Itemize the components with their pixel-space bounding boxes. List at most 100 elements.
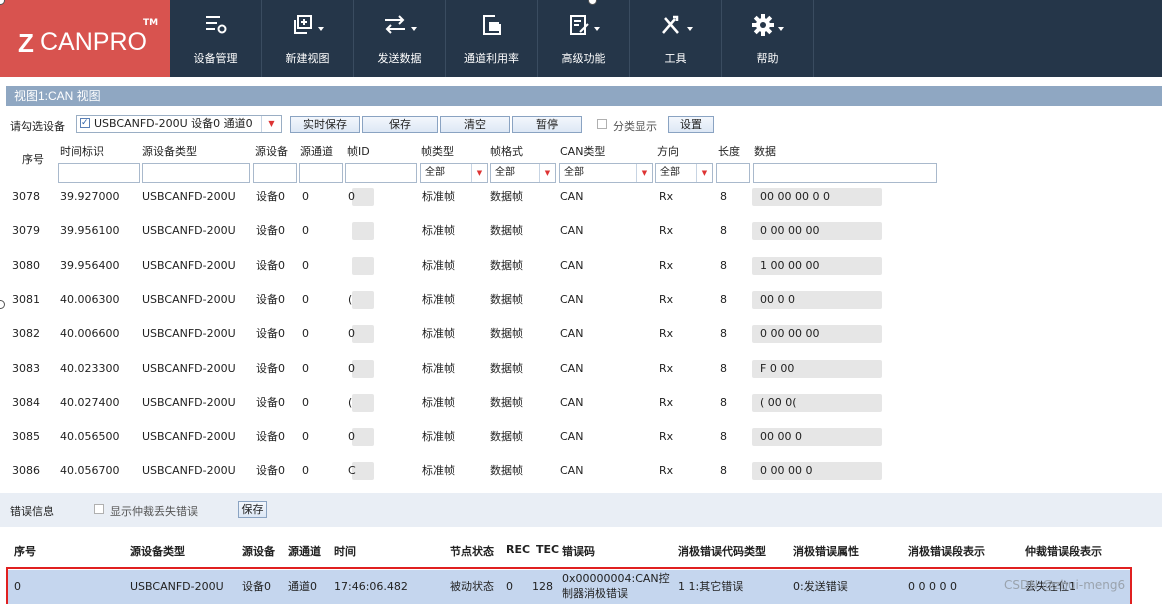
err-col-passive-seg: 消极错误段表示 <box>908 545 985 558</box>
row-src-ch: 0 <box>302 430 309 444</box>
row-src-dev: 设备0 <box>256 464 285 478</box>
device-select[interactable]: USBCANFD-200U 设备0 通道0 ▼ <box>76 115 282 133</box>
device-select-label: 请勾选设备 <box>10 120 65 133</box>
row-frame-type: 标准帧 <box>422 190 455 203</box>
error-save-button[interactable]: 保存 <box>238 501 267 518</box>
row-frame-id: 0 <box>348 430 355 444</box>
logo-tm: TM <box>143 18 159 28</box>
row-frame-fmt: 数据帧 <box>490 361 523 375</box>
ribbon-send-data-button[interactable]: 发送数据 <box>354 0 446 77</box>
err-col-node-state: 节点状态 <box>450 545 494 558</box>
table-row[interactable]: 3080 39.956400 USBCANFD-200U 设备0 0 标准帧 数据帧 CAN R… <box>0 249 1162 283</box>
err-col-src-type: 源设备类型 <box>130 545 185 558</box>
show-arb-lost-checkbox[interactable] <box>94 504 104 514</box>
row-data: 00 00 00 0 0 <box>760 190 830 203</box>
col-seq: 序号 <box>22 153 44 166</box>
ribbon-label: 帮助 <box>756 52 779 65</box>
classify-display-checkbox[interactable] <box>597 119 607 129</box>
row-data: F 0 00 <box>760 361 795 375</box>
save-button[interactable]: 保存 <box>362 116 438 133</box>
err-col-arb-seg: 仲裁错误段表示 <box>1025 545 1102 558</box>
ribbon-label: 设备管理 <box>193 52 238 65</box>
row-src-type: USBCANFD-200U <box>142 430 236 444</box>
row-frame-id: 0 <box>348 327 355 341</box>
row-src-type: USBCANFD-200U <box>142 258 236 272</box>
table-row[interactable]: 3081 40.006300 USBCANFD-200U 设备0 0 (标准帧 数据帧 CAN… <box>0 283 1162 317</box>
ribbon-advanced-button[interactable]: 高级功能 <box>538 0 630 77</box>
row-src-ch: 0 <box>302 464 309 478</box>
row-src-dev: 设备0 <box>256 292 285 306</box>
table-row[interactable]: 3086 40.056700 USBCANFD-200U 设备0 0 C 标准帧 数据帧 CAN… <box>0 454 1162 488</box>
row-time: 40.027400 <box>60 395 120 409</box>
row-frame-type: 标准帧 <box>422 430 455 444</box>
table-row[interactable]: 3079 39.956100 USBCANFD-200U 设备0 0 标准帧 数据帧 CAN R… <box>0 214 1162 248</box>
row-seq: 3086 <box>12 464 40 478</box>
redacted-block <box>352 393 374 412</box>
row-dir: Rx <box>659 464 674 478</box>
row-time: 40.056700 <box>60 464 120 478</box>
row-data: ( 00 0( <box>760 395 797 409</box>
row-src-type: USBCANFD-200U <box>142 292 236 306</box>
ribbon-label: 新建视图 <box>285 52 330 65</box>
row-src-dev: 设备0 <box>256 361 285 375</box>
ribbon-label: 高级功能 <box>561 52 606 65</box>
row-can-type: CAN <box>560 395 584 409</box>
table-row[interactable]: 3078 39.927000 USBCANFD-200U 设备0 0 0 标准帧 数据帧 CAN… <box>0 180 1162 214</box>
help-icon <box>722 12 813 38</box>
ribbon-channel-usage-button[interactable]: 通道利用率 <box>446 0 538 77</box>
row-src-dev: 设备0 <box>256 327 285 341</box>
col-dir: 方向 <box>657 145 679 158</box>
table-row[interactable]: 3083 40.023300 USBCANFD-200U 设备0 0 0 标准帧 数据帧 CAN… <box>0 352 1162 386</box>
row-src-dev: 设备0 <box>256 224 285 238</box>
row-src-dev: 设备0 <box>256 258 285 272</box>
col-src-dev: 源设备 <box>255 145 288 158</box>
row-frame-type: 标准帧 <box>422 327 455 341</box>
row-frame-fmt: 数据帧 <box>490 292 523 306</box>
err-col-tec: TEC <box>536 543 560 556</box>
pause-button[interactable]: 暂停 <box>512 116 582 133</box>
row-frame-type: 标准帧 <box>422 258 455 272</box>
row-seq: 3078 <box>12 190 40 203</box>
row-time: 40.006300 <box>60 292 120 306</box>
row-time: 40.023300 <box>60 361 120 375</box>
settings-button[interactable]: 设置 <box>668 116 714 133</box>
row-can-type: CAN <box>560 361 584 375</box>
error-panel-title: 错误信息 <box>10 505 54 518</box>
table-row[interactable]: 3084 40.027400 USBCANFD-200U 设备0 0 (标准帧 数据帧 CAN… <box>0 386 1162 420</box>
clear-button[interactable]: 清空 <box>440 116 510 133</box>
row-data: 00 00 0 <box>760 430 802 444</box>
row-src-type: USBCANFD-200U <box>142 190 236 203</box>
row-seq: 3082 <box>12 327 40 341</box>
realtime-save-button[interactable]: 实时保存 <box>290 116 360 133</box>
col-len: 长度 <box>718 145 740 158</box>
device-checkbox[interactable] <box>80 116 90 131</box>
row-frame-type: 标准帧 <box>422 361 455 375</box>
row-src-type: USBCANFD-200U <box>142 395 236 409</box>
row-dir: Rx <box>659 258 674 272</box>
filter-value: 全部 <box>425 167 445 178</box>
show-arb-lost-label: 显示仲裁丢失错误 <box>110 505 198 518</box>
filter-value: 全部 <box>660 167 680 178</box>
row-data: 0 00 00 00 <box>760 224 820 238</box>
redacted-block <box>352 359 374 378</box>
row-dir: Rx <box>659 292 674 306</box>
table-row[interactable]: 3085 40.056500 USBCANFD-200U 设备0 0 0 标准帧 数据帧 CAN… <box>0 420 1162 454</box>
row-frame-type: 标准帧 <box>422 395 455 409</box>
chevron-down-icon[interactable]: ▼ <box>261 116 281 132</box>
ribbon-help-button[interactable]: 帮助 <box>722 0 814 77</box>
ribbon-label: 通道利用率 <box>464 52 519 65</box>
col-frame-type: 帧类型 <box>421 145 454 158</box>
row-dir: Rx <box>659 430 674 444</box>
redacted-block <box>352 290 374 309</box>
ribbon-new-view-button[interactable]: 新建视图 <box>262 0 354 77</box>
table-row[interactable]: 3082 40.006600 USBCANFD-200U 设备0 0 0 标准帧 数据帧 CAN… <box>0 317 1162 351</box>
ribbon-device-manage-button[interactable]: 设备管理 <box>170 0 262 77</box>
err-col-src-dev: 源设备 <box>242 545 275 558</box>
ribbon-tools-button[interactable]: 工具 <box>630 0 722 77</box>
view-toolbar: 请勾选设备 USBCANFD-200U 设备0 通道0 ▼ 实时保存 保存 清空… <box>0 112 1162 136</box>
row-frame-fmt: 数据帧 <box>490 190 523 203</box>
advanced-icon <box>538 12 629 38</box>
redacted-block <box>352 325 374 344</box>
row-dir: Rx <box>659 361 674 375</box>
err-col-passive-attr: 消极错误属性 <box>793 545 859 558</box>
